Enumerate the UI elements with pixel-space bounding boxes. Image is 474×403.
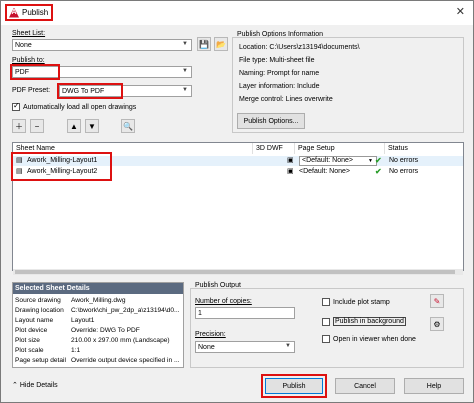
open-viewer-row[interactable]: Open in viewer when done — [322, 335, 416, 343]
sheet-list-value: None — [15, 41, 32, 49]
col-status[interactable]: Status — [385, 143, 463, 154]
info-location: Location: C:\Users\z13194\documents\ — [239, 44, 360, 51]
title-bar: A Publish ✕ — [1, 1, 473, 25]
horizontal-scrollbar[interactable] — [13, 269, 463, 275]
page-setup-select[interactable]: <Default: None> — [299, 156, 377, 166]
open-viewer-checkbox[interactable] — [322, 335, 330, 343]
info-file-type: File type: Multi-sheet file — [239, 57, 315, 64]
include-stamp-checkbox[interactable] — [322, 298, 330, 306]
chevron-down-icon: ▼ — [182, 68, 188, 74]
precision-select[interactable]: None ▼ — [195, 341, 295, 353]
background-label: Publish in background — [333, 317, 406, 326]
title-highlight: A Publish — [5, 4, 53, 21]
pdf-preset-highlight — [57, 83, 123, 99]
help-button[interactable]: Help — [404, 378, 464, 394]
publish-dialog: A Publish ✕ Sheet List: None ▼ 💾 📂 Publi… — [0, 0, 474, 403]
detail-key: Source drawing — [15, 297, 61, 304]
chevron-down-icon: ▼ — [182, 41, 188, 47]
copies-value: 1 — [198, 309, 202, 317]
page-setup-value[interactable]: <Default: None> — [299, 167, 350, 177]
chevron-down-icon: ▼ — [285, 343, 291, 349]
plot-stamp-settings-icon[interactable]: ✎ — [430, 294, 444, 308]
detail-value: Awork_Milling.dwg — [71, 297, 126, 304]
status-text: No errors — [389, 157, 419, 164]
page-setup-icon: ▣ — [287, 157, 294, 164]
publish-highlight — [261, 374, 327, 398]
detail-key: Plot size — [15, 337, 40, 344]
detail-value: C:\bwork\chi_pw_2dp_a\z13194\d0... — [71, 307, 180, 314]
detail-value: Override output device specified in ... — [71, 357, 180, 364]
detail-key: Plot scale — [15, 347, 44, 354]
sheet-list-label: Sheet List: — [12, 30, 46, 37]
include-stamp-label: Include plot stamp — [333, 298, 390, 306]
copies-label: Number of copies: — [195, 298, 252, 305]
background-settings-icon[interactable]: ⚙ — [430, 317, 444, 331]
publish-options-button[interactable]: Publish Options... — [237, 113, 305, 129]
auto-load-label: Automatically load all open drawings — [23, 103, 137, 111]
include-stamp-row[interactable]: Include plot stamp — [322, 298, 390, 306]
detail-key: Layout name — [15, 317, 54, 324]
cancel-button[interactable]: Cancel — [335, 378, 395, 394]
move-up-icon[interactable]: ▲ — [67, 119, 81, 133]
info-merge: Merge control: Lines overwrite — [239, 96, 333, 103]
chevron-up-icon: ⌃ — [12, 382, 18, 389]
info-layer: Layer information: Include — [239, 83, 320, 90]
status-text: No errors — [389, 168, 419, 175]
chevron-down-icon: ▼ — [182, 87, 188, 93]
background-checkbox[interactable] — [322, 317, 330, 326]
details-title: Selected Sheet Details — [13, 283, 183, 294]
detail-key: Drawing location — [15, 307, 64, 314]
chevron-down-icon: ▼ — [368, 158, 373, 164]
scrollbar-thumb[interactable] — [15, 270, 455, 274]
detail-value: 1:1 — [71, 347, 81, 354]
page-setup-value: <Default: None> — [302, 157, 353, 164]
save-sheet-list-icon[interactable]: 💾 — [197, 37, 211, 51]
detail-value: 210.00 x 297.00 mm (Landscape) — [71, 337, 170, 344]
pdf-preset-label: PDF Preset: — [12, 87, 51, 94]
preview-icon[interactable]: 🔍 — [121, 119, 135, 133]
check-icon: ✔ — [375, 156, 382, 165]
precision-value: None — [198, 343, 215, 351]
detail-key: Page setup detail — [15, 357, 66, 364]
hide-details-toggle[interactable]: ⌃ Hide Details — [12, 381, 58, 390]
copies-input[interactable]: 1 — [195, 307, 295, 319]
page-setup-icon: ▣ — [287, 168, 294, 175]
add-sheets-icon[interactable]: ＋ — [12, 119, 26, 133]
check-icon: ✔ — [375, 167, 382, 176]
col-3d-dwf[interactable]: 3D DWF — [253, 143, 295, 154]
remove-sheets-icon[interactable]: − — [30, 119, 44, 133]
hide-details-label: Hide Details — [19, 381, 58, 389]
auto-load-row[interactable]: Automatically load all open drawings — [12, 101, 137, 111]
sheet-list-select[interactable]: None ▼ — [12, 39, 192, 51]
window-title: Publish — [22, 8, 49, 17]
load-sheet-list-icon[interactable]: 📂 — [214, 37, 228, 51]
publish-to-label: Publish to: — [12, 57, 45, 64]
publish-to-highlight — [10, 64, 60, 80]
background-row[interactable]: Publish in background — [322, 317, 406, 326]
close-button[interactable]: ✕ — [456, 5, 465, 18]
sheet-names-highlight — [11, 152, 112, 181]
col-page-setup[interactable]: Page Setup — [295, 143, 385, 154]
precision-label: Precision: — [195, 331, 226, 338]
autocad-icon: A — [9, 7, 19, 18]
open-viewer-label: Open in viewer when done — [333, 335, 416, 343]
auto-load-checkbox[interactable] — [12, 101, 20, 111]
selected-sheet-details: Selected Sheet Details Source drawing Aw… — [12, 282, 184, 368]
move-down-icon[interactable]: ▼ — [85, 119, 99, 133]
detail-key: Plot device — [15, 327, 48, 334]
detail-value: Override: DWG To PDF — [71, 327, 140, 334]
info-naming: Naming: Prompt for name — [239, 70, 320, 77]
detail-value: Layout1 — [71, 317, 95, 324]
